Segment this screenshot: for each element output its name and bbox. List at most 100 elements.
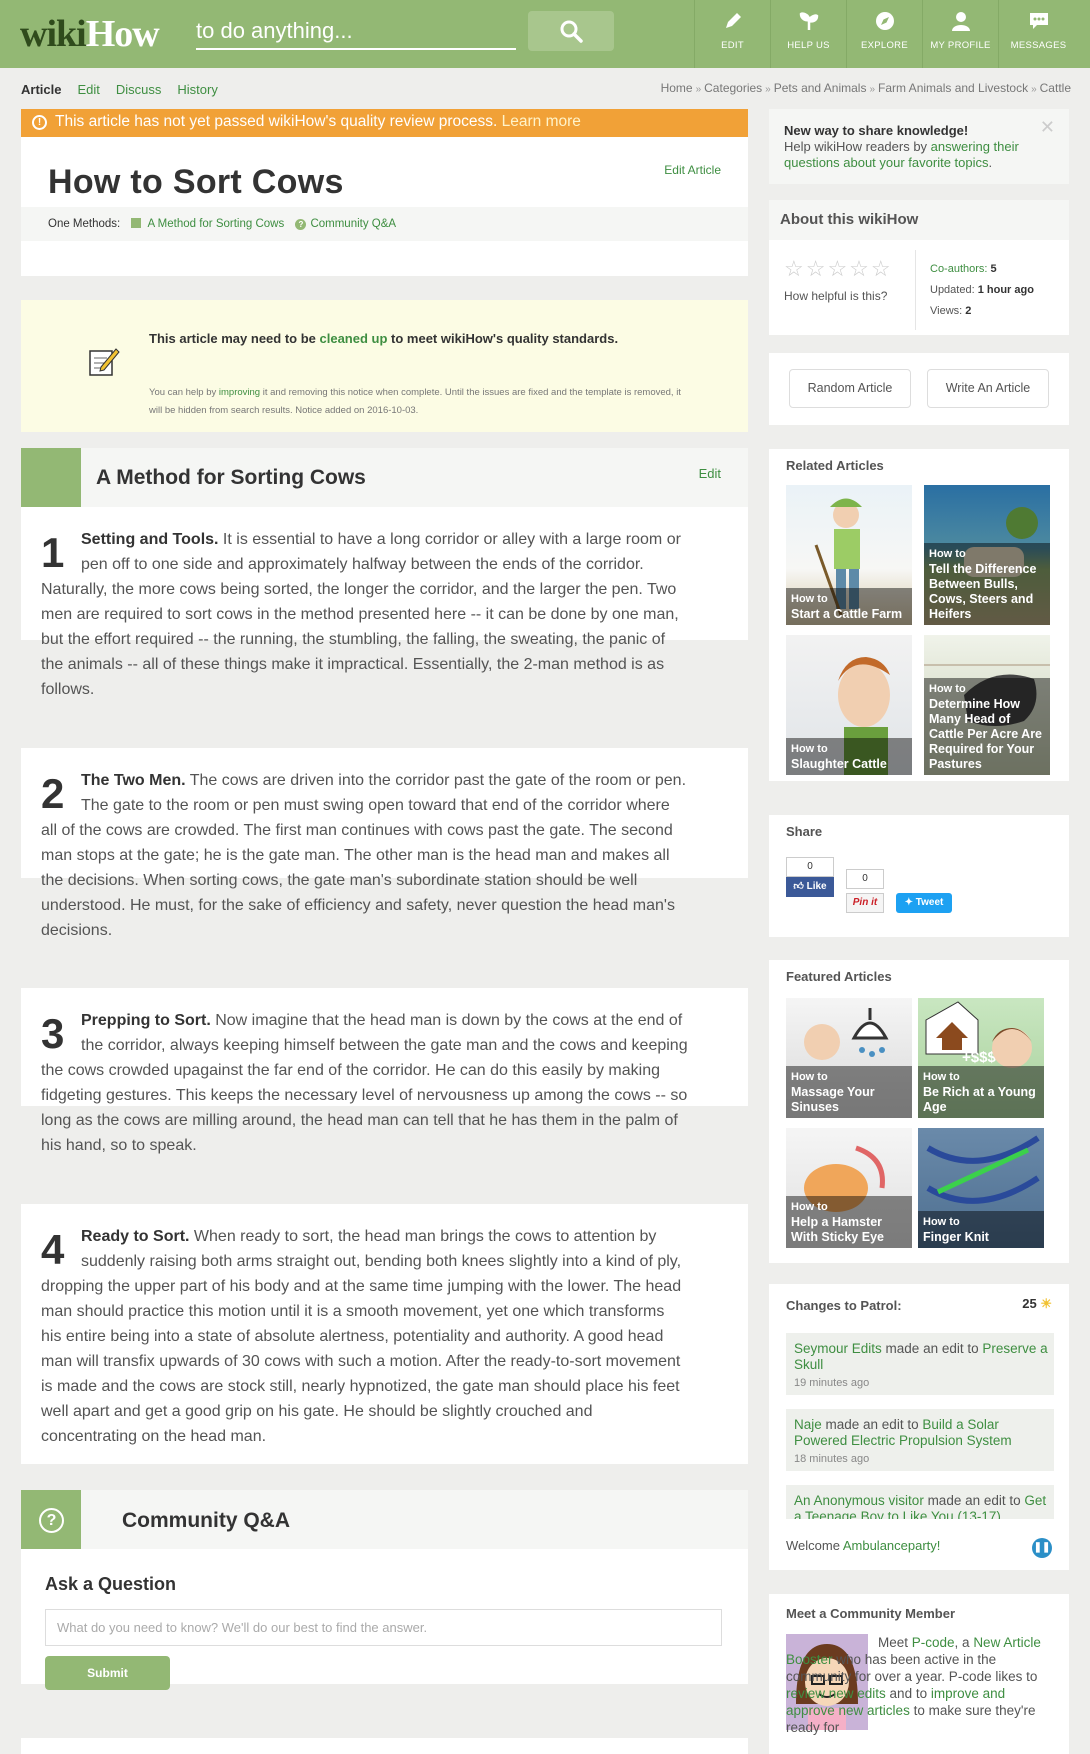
step-heading: Setting and Tools.	[81, 531, 219, 548]
related-thumb-3[interactable]: How to Slaughter Cattle	[786, 635, 912, 775]
method-title: A Method for Sorting Cows	[96, 466, 366, 489]
action-buttons-card: Random Article Write An Article	[769, 353, 1069, 425]
submit-button[interactable]: Submit	[45, 1656, 170, 1690]
nav-messages[interactable]: MESSAGES	[998, 0, 1078, 68]
breadcrumb-pets[interactable]: Pets and Animals	[774, 81, 867, 95]
patrol-item[interactable]: Naje made an edit to Build a Solar Power…	[786, 1409, 1054, 1471]
nav-help-us[interactable]: HELP US	[770, 0, 846, 68]
qa-link[interactable]: ? Community Q&A	[295, 218, 396, 230]
cleanup-details: You can help by improving it and removin…	[149, 387, 681, 416]
patrol-card: Changes to Patrol: 25 ☀ Seymour Edits ma…	[769, 1284, 1069, 1570]
title-card: How to Sort Cows Edit Article One Method…	[21, 137, 748, 276]
tweet-button[interactable]: ✦ Tweet	[896, 893, 952, 913]
breadcrumb: Home» Categories» Pets and Animals» Farm An…	[660, 81, 1071, 95]
step-text: It is essential to have a long corridor …	[41, 531, 681, 698]
step-number: 1	[41, 529, 65, 576]
helpful-label: How helpful is this?	[784, 289, 888, 303]
person-icon	[951, 12, 970, 31]
featured-thumb-4[interactable]: How to Finger Knit	[918, 1128, 1044, 1248]
edit-article-link[interactable]: Edit Article	[664, 163, 721, 177]
tab-article[interactable]: Article	[21, 82, 61, 97]
cleaned-up-link[interactable]: cleaned up	[320, 331, 388, 346]
featured-thumb-1[interactable]: How to Massage Your Sinuses	[786, 998, 912, 1118]
pause-icon[interactable]: ❚❚	[1032, 1538, 1052, 1558]
qa-title: Community Q&A	[122, 1509, 290, 1532]
top-nav: EDIT HELP US EXPLORE MY PROFILE MESSAGES	[694, 0, 1078, 68]
learn-more-link[interactable]: Learn more	[502, 113, 581, 130]
qa-header: ? Community Q&A	[21, 1490, 748, 1549]
close-icon[interactable]: ✕	[1040, 118, 1055, 136]
search-button[interactable]	[528, 11, 614, 51]
patrol-count: 25 ☀	[1022, 1296, 1052, 1311]
related-thumb-2[interactable]: How to Tell the Difference Between Bulls,…	[924, 485, 1050, 625]
step-number: 3	[41, 1010, 65, 1057]
improving-link[interactable]: improving	[219, 387, 260, 398]
method-header: A Method for Sorting Cows Edit	[21, 448, 748, 507]
step-2: 2 The Two Men. The cows are driven into t…	[21, 748, 748, 939]
pinterest-button[interactable]: Pin it	[846, 893, 884, 913]
rating-stars[interactable]: ☆☆☆☆☆	[784, 256, 893, 282]
meet-title: Meet a Community Member	[786, 1606, 956, 1621]
featured-thumb-3[interactable]: How to Help a Hamster With Sticky Eye	[786, 1128, 912, 1248]
nav-my-profile[interactable]: MY PROFILE	[922, 0, 998, 68]
step-heading: The Two Men.	[81, 772, 186, 789]
sprout-icon	[799, 12, 818, 30]
search-icon	[560, 20, 583, 43]
breadcrumb-cattle[interactable]: Cattle	[1040, 81, 1071, 95]
pencil-icon	[725, 13, 741, 28]
nav-edit[interactable]: EDIT	[694, 0, 770, 68]
related-thumb-4[interactable]: How to Determine How Many Head of Cattle …	[924, 635, 1050, 775]
about-title: About this wikiHow	[769, 200, 1069, 240]
search-input[interactable]: to do anything...	[196, 14, 516, 50]
step-4: 4 Ready to Sort. When ready to sort, the …	[21, 1204, 748, 1464]
member-link[interactable]: P-code	[912, 1635, 955, 1650]
nav-explore[interactable]: EXPLORE	[846, 0, 922, 68]
related-title: Related Articles	[786, 458, 884, 473]
patrol-title: Changes to Patrol:	[786, 1298, 902, 1313]
review-edits-link[interactable]: review new edits	[786, 1686, 886, 1701]
tab-history[interactable]: History	[177, 82, 217, 97]
share-title: Share	[786, 824, 823, 839]
tab-discuss[interactable]: Discuss	[116, 82, 162, 97]
cleanup-headline: This article may need to be cleaned up t…	[149, 331, 619, 346]
tab-edit[interactable]: Edit	[77, 82, 99, 97]
coauthors-link[interactable]: Co-authors:	[930, 263, 991, 275]
article-tabs: Article Edit Discuss History	[21, 82, 218, 97]
wikihow-logo[interactable]: wikiHow	[20, 12, 160, 56]
notepad-icon	[89, 348, 120, 376]
community-member-card: Meet a Community Member Meet P-code, a N…	[769, 1594, 1069, 1754]
write-article-button[interactable]: Write An Article	[927, 369, 1049, 408]
question-input[interactable]: What do you need to know? We'll do our b…	[45, 1609, 722, 1646]
share-knowledge-card: New way to share knowledge! Help wikiHow…	[769, 109, 1069, 184]
step-1: 1 Setting and Tools. It is essential to h…	[21, 507, 748, 698]
featured-thumb-2[interactable]: +$$$ How to Be Rich at a Young Age	[918, 998, 1044, 1118]
step-heading: Ready to Sort.	[81, 1228, 190, 1245]
related-articles-card: Related Articles How to Start a Cattle Fa…	[769, 449, 1069, 781]
step-heading: Prepping to Sort.	[81, 1012, 211, 1029]
welcome-user-link[interactable]: Ambulanceparty!	[843, 1538, 941, 1553]
ask-question-heading: Ask a Question	[45, 1574, 177, 1594]
step-text: When ready to sort, the head man brings …	[41, 1228, 682, 1445]
breadcrumb-home[interactable]: Home	[661, 81, 693, 95]
twitter-bird-icon: ✦	[904, 897, 913, 908]
patrol-item[interactable]: Seymour Edits made an edit to Preserve a…	[786, 1333, 1054, 1395]
next-section-card	[21, 1738, 748, 1754]
question-circle-icon: ?	[39, 1508, 64, 1533]
step-number: 2	[41, 770, 65, 817]
patrol-item[interactable]: An Anonymous visitor made an edit to Get…	[786, 1485, 1054, 1519]
method-link[interactable]: A Method for Sorting Cows	[131, 218, 284, 230]
method-edit-link[interactable]: Edit	[699, 466, 721, 481]
facebook-like-button[interactable]: 👍︎ Like	[786, 877, 834, 897]
breadcrumb-farm[interactable]: Farm Animals and Livestock	[878, 81, 1028, 95]
related-thumb-1[interactable]: How to Start a Cattle Farm	[786, 485, 912, 625]
random-article-button[interactable]: Random Article	[789, 369, 911, 408]
pin-count: 0	[846, 869, 884, 889]
info-icon: !	[32, 115, 47, 130]
chat-icon	[1029, 13, 1048, 29]
page-title: How to Sort Cows	[48, 163, 344, 201]
featured-title: Featured Articles	[786, 969, 892, 984]
sun-icon: ☀	[1040, 1296, 1052, 1311]
breadcrumb-categories[interactable]: Categories	[704, 81, 762, 95]
article-meta: Co-authors: 5 Updated: 1 hour ago Views:…	[930, 263, 1034, 317]
quality-warning-bar: ! This article has not yet passed wikiHow…	[21, 109, 748, 137]
